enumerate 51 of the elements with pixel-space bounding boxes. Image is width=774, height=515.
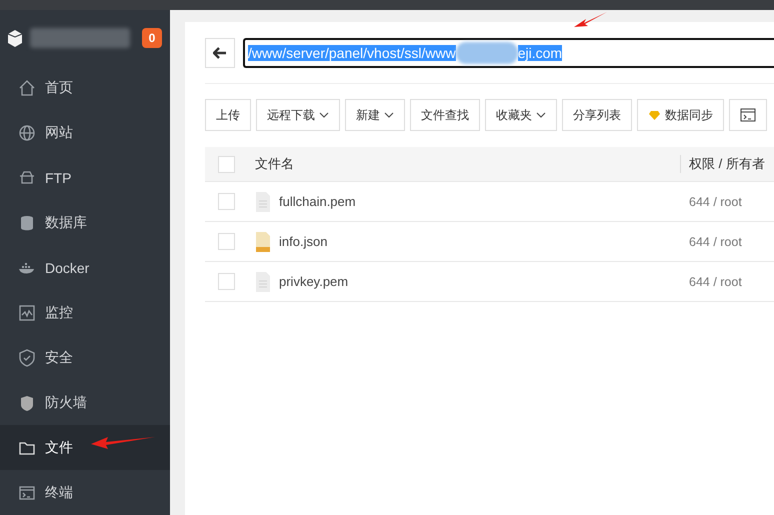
checkbox[interactable] — [218, 156, 235, 172]
sidebar-item[interactable]: 数据库 — [0, 200, 170, 245]
sidebar-item[interactable]: 终端 — [0, 470, 170, 515]
file-icon — [255, 270, 271, 292]
sidebar-item[interactable]: FTP — [0, 155, 170, 200]
back-arrow-icon — [213, 47, 227, 59]
toolbar-button[interactable]: 文件查找 — [410, 99, 480, 131]
gem-icon — [648, 110, 661, 120]
json-file-icon — [255, 230, 271, 252]
sidebar-item[interactable]: 首页 — [0, 65, 170, 110]
toolbar-button[interactable]: 数据同步 — [637, 99, 724, 131]
sidebar-item[interactable]: 监控 — [0, 290, 170, 335]
file-name[interactable]: info.json — [279, 234, 328, 249]
globe-icon — [18, 124, 36, 142]
caret-icon — [319, 112, 329, 118]
toolbar-button[interactable]: 上传 — [205, 99, 251, 131]
file-icon — [255, 190, 271, 212]
toolbar-button[interactable]: 收藏夹 — [485, 99, 557, 131]
toolbar-button[interactable]: 新建 — [345, 99, 405, 131]
toolbar-button[interactable]: 分享列表 — [562, 99, 632, 131]
table-cell-text: 644 / root — [688, 234, 743, 248]
home-icon — [18, 78, 36, 96]
back-button[interactable] — [205, 38, 235, 68]
logo-icon — [6, 28, 24, 48]
folder-icon — [18, 168, 36, 186]
sidebar-item[interactable]: 防火墙 — [0, 380, 170, 425]
redaction-blur — [456, 42, 518, 64]
terminal-icon — [18, 484, 36, 502]
shield-icon — [18, 394, 36, 412]
file-name[interactable]: privkey.pem — [279, 274, 348, 289]
toolbar-button[interactable] — [729, 99, 767, 131]
checkbox[interactable] — [218, 193, 235, 210]
caret-icon — [536, 112, 546, 118]
checkbox[interactable] — [218, 233, 235, 250]
column-header: 权限 / 所有者 — [680, 155, 774, 173]
shield-icon — [18, 348, 36, 366]
table-cell-text: 644 / root — [688, 274, 743, 288]
sidebar-item[interactable]: Docker — [0, 245, 170, 290]
toolbar-button[interactable]: 远程下载 — [256, 99, 340, 131]
table-cell-text: 644 / root — [688, 194, 743, 208]
checkbox[interactable] — [218, 273, 235, 290]
file-name[interactable]: fullchain.pem — [279, 194, 356, 209]
caret-icon — [384, 112, 394, 118]
column-header: 文件名 — [255, 155, 295, 173]
database-icon — [18, 214, 36, 232]
chart-icon — [18, 304, 36, 322]
sidebar-item[interactable]: 文件 — [0, 425, 170, 470]
terminal-icon — [740, 108, 756, 122]
sidebar-item[interactable]: 安全 — [0, 335, 170, 380]
sidebar-item[interactable]: 网站 — [0, 110, 170, 155]
annotation-arrow — [90, 434, 156, 450]
